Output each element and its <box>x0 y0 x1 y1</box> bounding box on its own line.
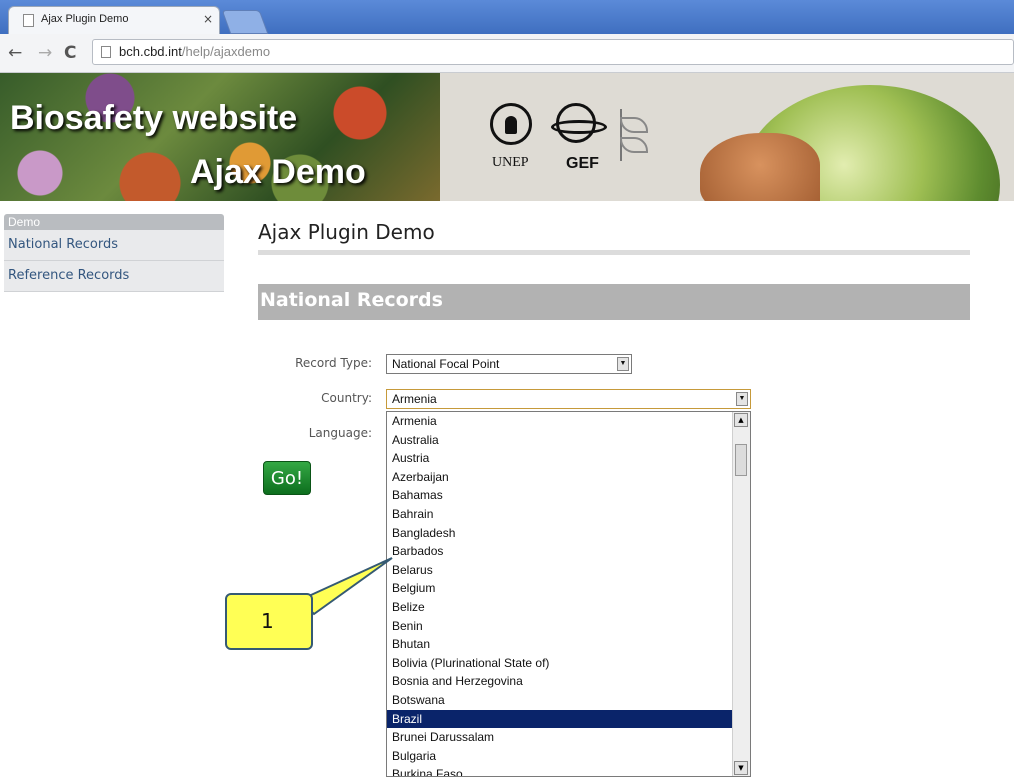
country-option[interactable]: Bahrain <box>387 505 733 524</box>
tab-title: Ajax Plugin Demo <box>41 13 129 25</box>
country-label: Country: <box>321 391 372 405</box>
scrollbar-thumb[interactable] <box>735 444 747 476</box>
unep-logo-icon <box>490 103 532 145</box>
go-button[interactable]: Go! <box>263 461 311 495</box>
hand-image <box>700 133 820 201</box>
page-title: Ajax Plugin Demo <box>258 220 435 244</box>
page-icon <box>23 14 34 27</box>
banner-title: Biosafety website <box>10 99 298 137</box>
browser-tab[interactable]: Ajax Plugin Demo × <box>8 6 220 34</box>
title-divider <box>258 250 970 255</box>
country-option[interactable]: Benin <box>387 617 733 636</box>
forward-arrow-icon[interactable]: → <box>38 43 52 63</box>
country-options: Armenia Australia Austria Azerbaijan Bahamas… <box>387 412 733 776</box>
country-option[interactable]: Azerbaijan <box>387 468 733 487</box>
language-label: Language: <box>308 426 372 440</box>
dropdown-scrollbar[interactable]: ▲ ▼ <box>732 412 750 776</box>
country-option[interactable]: Bulgaria <box>387 747 733 766</box>
country-select[interactable]: Armenia ▼ <box>386 389 751 409</box>
sidebar-item-national-records[interactable]: National Records <box>4 230 224 261</box>
country-option[interactable]: Bhutan <box>387 635 733 654</box>
country-option[interactable]: Australia <box>387 431 733 450</box>
new-tab-button[interactable] <box>221 10 269 34</box>
browser-tab-bar: Ajax Plugin Demo × <box>0 0 1014 34</box>
country-dropdown-list[interactable]: Armenia Australia Austria Azerbaijan Bahamas… <box>386 411 751 777</box>
record-type-value: National Focal Point <box>392 357 500 371</box>
record-type-label: Record Type: <box>295 356 372 370</box>
site-banner: Biosafety website Ajax Demo UNEP GEF <box>0 73 1014 201</box>
back-arrow-icon[interactable]: ← <box>8 43 22 63</box>
record-type-select[interactable]: National Focal Point ▼ <box>386 354 632 374</box>
gef-logo-text: GEF <box>566 155 599 172</box>
tab-close-icon[interactable]: × <box>203 12 213 26</box>
country-option[interactable]: Austria <box>387 449 733 468</box>
gef-logo-icon <box>551 103 607 143</box>
browser-toolbar: ← → C bch.cbd.int/help/ajaxdemo <box>0 34 1014 73</box>
country-option[interactable]: Bahamas <box>387 486 733 505</box>
sidebar-item-reference-records[interactable]: Reference Records <box>4 261 224 292</box>
scroll-down-icon[interactable]: ▼ <box>734 761 748 775</box>
banner-subtitle: Ajax Demo <box>190 153 366 191</box>
country-option[interactable]: Belgium <box>387 579 733 598</box>
country-option[interactable]: Burkina Faso <box>387 765 733 776</box>
chevron-down-icon[interactable]: ▼ <box>617 357 629 371</box>
url-text: bch.cbd.int/help/ajaxdemo <box>119 44 270 59</box>
url-path: /help/ajaxdemo <box>181 44 271 59</box>
country-option[interactable]: Bosnia and Herzegovina <box>387 672 733 691</box>
scroll-up-icon[interactable]: ▲ <box>734 413 748 427</box>
address-bar[interactable]: bch.cbd.int/help/ajaxdemo <box>92 39 1014 65</box>
callout-number: 1 <box>261 609 274 633</box>
country-option[interactable]: Barbados <box>387 542 733 561</box>
country-option[interactable]: Brazil <box>387 709 733 729</box>
chevron-down-icon[interactable]: ▼ <box>736 392 748 406</box>
partner-logos: UNEP GEF <box>490 103 690 183</box>
page-icon <box>101 46 111 58</box>
country-option[interactable]: Armenia <box>387 412 733 431</box>
reload-icon[interactable]: C <box>64 43 76 63</box>
leaf-logo-icon <box>620 109 672 161</box>
callout-marker: 1 <box>225 593 313 650</box>
country-option[interactable]: Bolivia (Plurinational State of) <box>387 654 733 673</box>
country-option[interactable]: Botswana <box>387 691 733 710</box>
country-option[interactable]: Belize <box>387 598 733 617</box>
section-header: National Records <box>258 284 970 320</box>
country-option[interactable]: Bangladesh <box>387 524 733 543</box>
section-title: National Records <box>260 289 443 311</box>
sidebar-heading: Demo <box>4 214 224 230</box>
country-option[interactable]: Belarus <box>387 561 733 580</box>
url-host: bch.cbd.int <box>119 44 182 59</box>
unep-logo-text: UNEP <box>492 155 529 170</box>
country-value: Armenia <box>392 392 437 406</box>
sidebar: Demo National Records Reference Records <box>4 214 224 292</box>
country-option[interactable]: Brunei Darussalam <box>387 728 733 747</box>
